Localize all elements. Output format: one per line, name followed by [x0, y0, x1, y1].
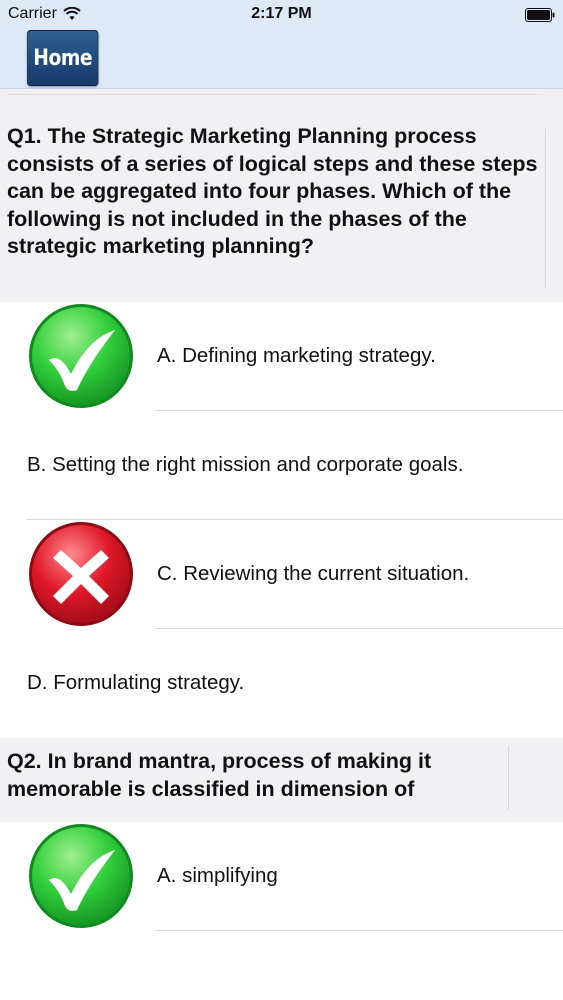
status-bar: Carrier 2:17 PM — [0, 0, 563, 30]
question-text: Q2. In brand mantra, process of making i… — [7, 749, 432, 801]
option-label: A. Defining marketing strategy. — [157, 344, 436, 367]
cross-icon — [29, 522, 133, 626]
option-a[interactable]: A. simplifying — [0, 822, 563, 931]
option-a[interactable]: A. Defining marketing strategy. — [0, 302, 563, 411]
question-2: Q2. In brand mantra, process of making i… — [0, 738, 563, 822]
divider — [155, 930, 563, 931]
check-icon — [29, 304, 133, 408]
status-time: 2:17 PM — [251, 5, 312, 22]
option-label: C. Reviewing the current situation. — [157, 562, 470, 585]
option-label: D. Formulating strategy. — [27, 671, 245, 694]
option-d[interactable]: D. Formulating strategy. — [0, 629, 563, 737]
question-1: Q1. The Strategic Marketing Planning pro… — [0, 89, 563, 302]
home-button[interactable]: Home — [27, 30, 99, 86]
option-c[interactable]: C. Reviewing the current situation. — [0, 520, 563, 629]
option-b[interactable]: B. Setting the right mission and corpora… — [0, 411, 563, 520]
check-icon — [29, 824, 133, 928]
divider — [545, 129, 546, 289]
option-label: A. simplifying — [157, 864, 278, 887]
battery-icon — [525, 8, 555, 22]
navigation-bar: Home — [0, 30, 563, 89]
divider — [7, 94, 543, 95]
option-label: B. Setting the right mission and corpora… — [27, 453, 464, 476]
question-text: Q1. The Strategic Marketing Planning pro… — [7, 124, 538, 258]
